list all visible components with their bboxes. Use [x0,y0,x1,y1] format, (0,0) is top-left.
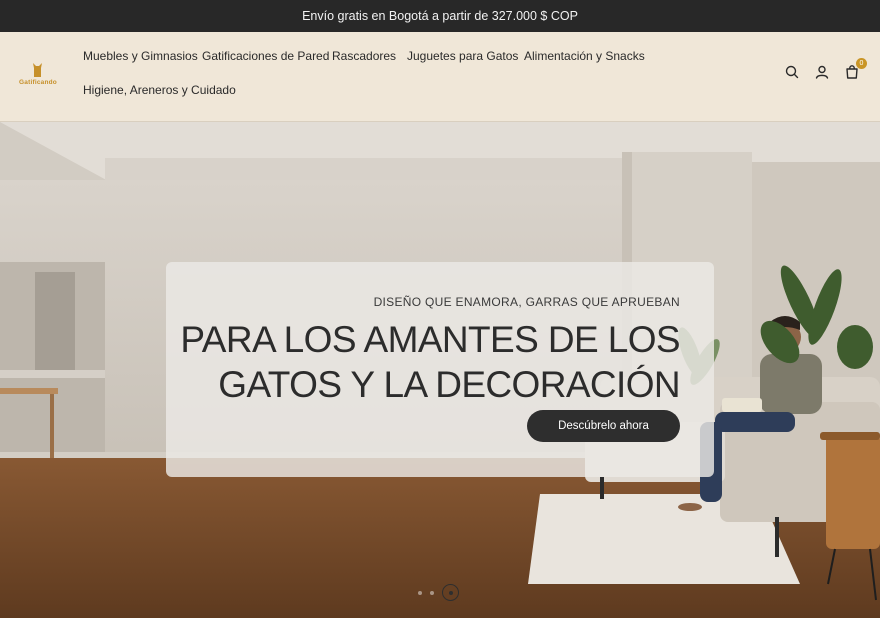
slide-dot-3-active[interactable] [442,584,459,601]
nav-item-gatificaciones[interactable]: Gatificaciones de Pared [202,49,329,63]
brand-logo[interactable]: Gatificando [18,62,58,88]
header-actions: 0 [784,58,867,80]
hero-content-card: DISEÑO QUE ENAMORA, GARRAS QUE APRUEBAN … [166,262,714,477]
brand-name: Gatificando [19,79,57,86]
main-nav: Muebles y Gimnasios Gatificaciones de Pa… [83,32,763,122]
hero-kicker: DISEÑO QUE ENAMORA, GARRAS QUE APRUEBAN [373,295,680,309]
account-icon[interactable] [814,64,830,80]
site-header: Gatificando Muebles y Gimnasios Gatifica… [0,32,880,122]
announcement-text: Envío gratis en Bogotá a partir de 327.0… [302,9,578,23]
discover-now-button[interactable]: Descúbrelo ahora [527,410,680,442]
hero-headline: PARA LOS AMANTES DE LOS GATOS Y LA DECOR… [180,319,680,405]
cart-button[interactable]: 0 [844,58,867,80]
nav-item-muebles[interactable]: Muebles y Gimnasios [83,49,198,63]
nav-item-alimentacion[interactable]: Alimentación y Snacks [524,49,645,63]
nav-item-higiene[interactable]: Higiene, Areneros y Cuidado [83,83,236,97]
slide-dot-2[interactable] [430,590,434,595]
cat-logo-icon [33,63,42,77]
nav-item-rascadores[interactable]: Rascadores [332,49,396,63]
slideshow-pagination [418,584,459,601]
slide-dot-1[interactable] [418,590,422,595]
hero-slideshow: DISEÑO QUE ENAMORA, GARRAS QUE APRUEBAN … [0,122,880,618]
nav-item-juguetes[interactable]: Juguetes para Gatos [407,49,518,63]
announcement-bar: Envío gratis en Bogotá a partir de 327.0… [0,0,880,32]
search-icon[interactable] [784,64,800,80]
cart-count-badge: 0 [856,58,867,69]
